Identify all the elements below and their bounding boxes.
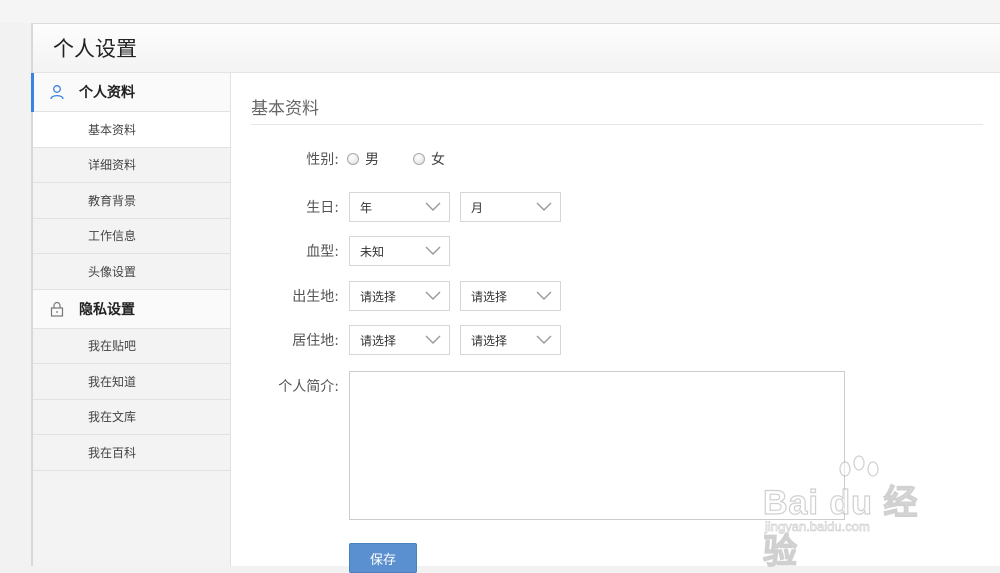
sidebar-item-wenku[interactable]: 我在文库 (33, 399, 230, 435)
chevron-down-icon (425, 202, 441, 211)
residence-label: 居住地: (292, 333, 339, 349)
sidebar-item-work-info[interactable]: 工作信息 (33, 218, 230, 254)
birthplace-province-select[interactable]: 请选择 (349, 281, 450, 311)
sidebar-section-label: 隐私设置 (79, 301, 135, 318)
residence-row: 居住地: 请选择 请选择 (231, 325, 571, 355)
birthplace-label: 出生地: (292, 289, 339, 305)
bio-textarea[interactable] (349, 371, 845, 520)
page-title: 个人设置 (53, 37, 137, 61)
birthplace-province-value: 请选择 (360, 289, 397, 304)
save-button[interactable]: 保存 (349, 543, 417, 573)
birthplace-row: 出生地: 请选择 请选择 (231, 281, 571, 311)
residence-province-value: 请选择 (360, 333, 397, 348)
sidebar-item-education[interactable]: 教育背景 (33, 183, 230, 219)
radio-icon (347, 153, 359, 165)
sidebar-section-privacy[interactable]: 隐私设置 (33, 289, 230, 329)
radio-icon (413, 153, 425, 165)
birthday-label: 生日: (306, 200, 339, 216)
blood-type-value: 未知 (360, 244, 385, 259)
chevron-down-icon (536, 335, 552, 344)
blood-type-select[interactable]: 未知 (349, 236, 450, 266)
residence-city-select[interactable]: 请选择 (460, 325, 561, 355)
gender-female-label: 女 (431, 152, 445, 168)
blood-type-label: 血型: (306, 244, 339, 260)
gender-row: 性别: 男 女 (231, 149, 473, 169)
bio-row: 个人简介: (231, 376, 341, 396)
gender-male-radio[interactable]: 男 (347, 149, 379, 169)
birthplace-city-value: 请选择 (471, 289, 508, 304)
chevron-down-icon (425, 246, 441, 255)
sidebar-section-label: 个人资料 (79, 85, 135, 101)
page-top-strip (0, 0, 1000, 23)
divider (251, 124, 983, 125)
sidebar-item-detailed-info[interactable]: 详细资料 (33, 147, 230, 183)
chevron-down-icon (425, 291, 441, 300)
residence-city-value: 请选择 (471, 333, 508, 348)
user-icon (49, 84, 65, 100)
blood-type-row: 血型: 未知 (231, 236, 460, 266)
sidebar-section-profile[interactable]: 个人资料 (31, 73, 230, 112)
sidebar-item-baike[interactable]: 我在百科 (33, 435, 230, 471)
chevron-down-icon (536, 202, 552, 211)
sidebar-item-avatar[interactable]: 头像设置 (33, 254, 230, 290)
main-content: 基本资料 性别: 男 女 生日: 年 月 血型: 未知 出生地: 请选择 请选择… (231, 73, 1000, 573)
lock-icon (49, 301, 65, 317)
gender-label: 性别: (306, 152, 339, 168)
bio-label: 个人简介: (278, 379, 339, 395)
chevron-down-icon (425, 335, 441, 344)
birthplace-city-select[interactable]: 请选择 (460, 281, 561, 311)
section-title: 基本资料 (251, 99, 319, 119)
sidebar: 个人资料 基本资料 详细资料 教育背景 工作信息 头像设置 隐私设置 我在贴吧 … (31, 73, 231, 567)
birthday-month-select[interactable]: 月 (460, 192, 561, 222)
birthday-row: 生日: 年 月 (231, 192, 571, 222)
sidebar-item-zhidao[interactable]: 我在知道 (33, 364, 230, 400)
birthday-month-value: 月 (471, 200, 484, 215)
gender-female-radio[interactable]: 女 (413, 149, 445, 169)
sidebar-item-tieba[interactable]: 我在贴吧 (33, 328, 230, 364)
settings-window: 个人设置 个人资料 基本资料 详细资料 教育背景 工作信息 头像设置 隐私设置 … (31, 23, 1000, 573)
birthday-year-value: 年 (360, 200, 373, 215)
birthday-year-select[interactable]: 年 (349, 192, 450, 222)
title-bar: 个人设置 (33, 24, 1000, 73)
sidebar-item-basic-info[interactable]: 基本资料 (33, 112, 230, 148)
chevron-down-icon (536, 291, 552, 300)
residence-province-select[interactable]: 请选择 (349, 325, 450, 355)
gender-male-label: 男 (365, 152, 379, 168)
